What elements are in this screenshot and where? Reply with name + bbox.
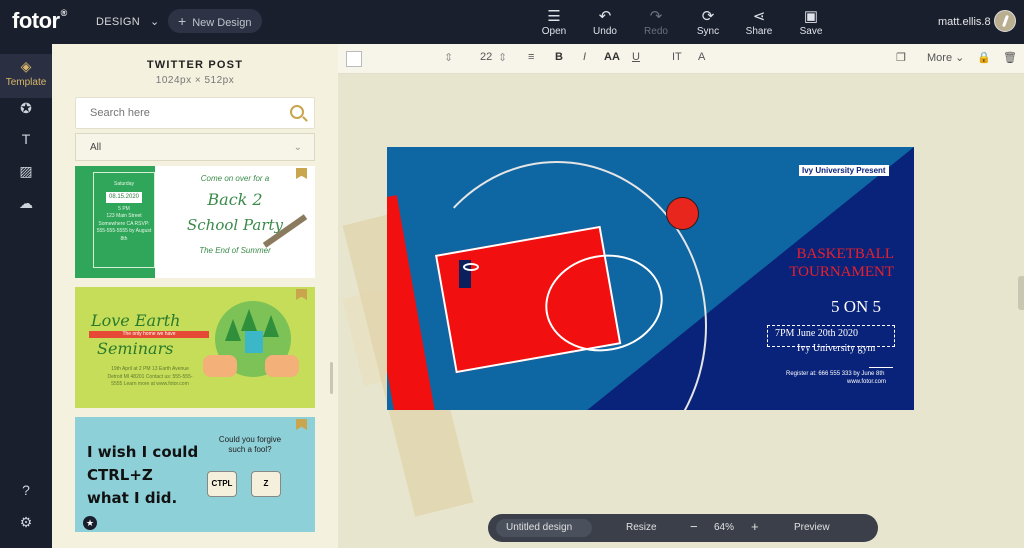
rail-item-background[interactable]: ▨ [0,163,52,180]
bookmark-icon[interactable] [296,419,307,430]
zoom-in-button[interactable]: + [751,519,759,534]
username[interactable]: matt.ellis.8 [938,16,991,28]
side-handle[interactable] [1018,276,1024,310]
undo-icon: ↶ [598,8,612,25]
copy-icon[interactable]: ❐ [896,51,906,64]
chevron-down-icon: ⌄ [293,142,302,153]
hand-illustration [265,355,299,377]
layers-icon: ◈ [20,58,32,74]
category-filter[interactable]: All ⌄ [75,133,315,161]
font-family-stepper[interactable]: ⇕ [444,51,453,64]
italic-icon[interactable]: I [583,51,586,63]
template-card-back-to-school[interactable]: Saturday 08.15.2020 5 PM 123 Main Street… [75,166,315,278]
settings-button[interactable]: ⚙ [0,514,52,531]
design-title[interactable]: BASKETBALL TOURNAMENT [772,245,894,281]
hand-illustration [203,355,237,377]
register-text[interactable]: Register at: 666 555 333 by June 8th [786,371,884,377]
zoom-level: 64% [714,522,735,533]
sync-icon: ⟳ [701,8,715,25]
background-icon: ▨ [19,163,33,179]
share-icon: ⋖ [752,8,766,25]
menu-icon: ☰ [547,8,561,25]
panel-scrollbar[interactable] [330,362,333,394]
event-time[interactable]: 7PM June 20th 2020 [775,328,858,339]
share-button[interactable]: ⋖ Share [739,8,779,37]
cloud-upload-icon: ☁ [19,195,33,211]
help-button[interactable]: ? [0,482,52,498]
bottom-bar: Untitled design Resize − 64% + Preview [488,514,878,542]
premium-star-icon: ★ [83,516,97,530]
trash-icon[interactable]: 🗑 [1003,51,1017,64]
redo-icon: ↷ [649,8,663,25]
font-size-stepper[interactable]: ⇕ [498,51,507,64]
avatar[interactable] [994,10,1016,32]
open-button[interactable]: ☰ Open [534,8,574,37]
rail-item-template[interactable]: ◈ Template [0,54,52,98]
underline-icon[interactable]: U [632,51,640,63]
zoom-out-button[interactable]: − [690,519,698,534]
case-icon[interactable]: AA [604,51,620,63]
star-icon: ✪ [20,100,32,116]
design-name-field[interactable]: Untitled design [496,519,592,537]
rail-item-upload[interactable]: ☁ [0,195,52,212]
template-card-love-earth[interactable]: Love Earth The only home we have Seminar… [75,287,315,408]
presenter-label[interactable]: Ivy University Present [799,165,889,176]
search-input[interactable] [76,98,276,128]
save-button[interactable]: ▣ Save [791,8,831,37]
fotor-logo[interactable]: fotor® [12,8,67,34]
basketball-icon[interactable] [666,197,699,230]
font-size-value[interactable]: 22 [480,51,492,63]
lock-icon[interactable]: 🔒 [977,51,991,64]
card-green-panel: Saturday 08.15.2020 5 PM 123 Main Street… [75,166,155,278]
panel-dimensions: 1024px × 512px [155,75,235,86]
align-icon[interactable]: ≡ [528,51,534,63]
new-design-button[interactable]: + New Design [168,9,262,33]
basketball-design[interactable]: Ivy University Present BASKETBALL TOURNA… [387,147,914,410]
top-bar: fotor® DESIGN ⌄ + New Design ☰ Open ↶ Undo ↷… [0,0,1024,44]
format-text[interactable]: 5 ON 5 [831,297,881,317]
resize-button[interactable]: Resize [626,522,657,533]
website-text[interactable]: www.fotor.com [847,379,886,385]
preview-button[interactable]: Preview [794,522,830,533]
undo-button[interactable]: ↶ Undo [585,8,625,37]
text-icon: T [21,131,31,147]
save-icon: ▣ [803,8,819,25]
design-menu[interactable]: DESIGN ⌄ [96,15,160,28]
spacing-icon[interactable]: IT [672,51,682,63]
chevron-down-icon: ⌄ [149,16,160,28]
panel-title: TWITTER POST [146,59,244,71]
text-effect-icon[interactable]: A [698,51,705,63]
sync-button[interactable]: ⟳ Sync [688,8,728,37]
template-card-ctrl-z[interactable]: I wish I could CTRL+Z what I did. Could … [75,417,315,532]
gear-icon: ⚙ [19,514,33,530]
search-icon[interactable] [290,105,304,119]
text-toolbar: ⇕ 22 ⇕ ≡ B I AA U IT A ❐ More ⌄ 🔒 🗑 [338,44,1024,74]
hoop-icon [463,263,479,271]
more-menu[interactable]: More ⌄ [927,51,964,64]
bookmark-icon[interactable] [296,289,307,300]
redo-button[interactable]: ↷ Redo [636,8,676,37]
left-rail: ◈ Template ✪ T ▨ ☁ ? ⚙ [0,44,52,548]
event-location[interactable]: Ivy University gym [797,343,875,354]
color-picker[interactable] [346,51,362,67]
rail-item-favorites[interactable]: ✪ [0,100,52,117]
rail-item-text[interactable]: T [0,131,52,147]
plus-icon: + [178,13,187,29]
template-panel: TWITTER POST 1024px × 512px All⌄ Saturda… [52,44,338,548]
bold-icon[interactable]: B [555,51,563,63]
search-box [75,97,315,129]
help-icon: ? [22,482,30,498]
